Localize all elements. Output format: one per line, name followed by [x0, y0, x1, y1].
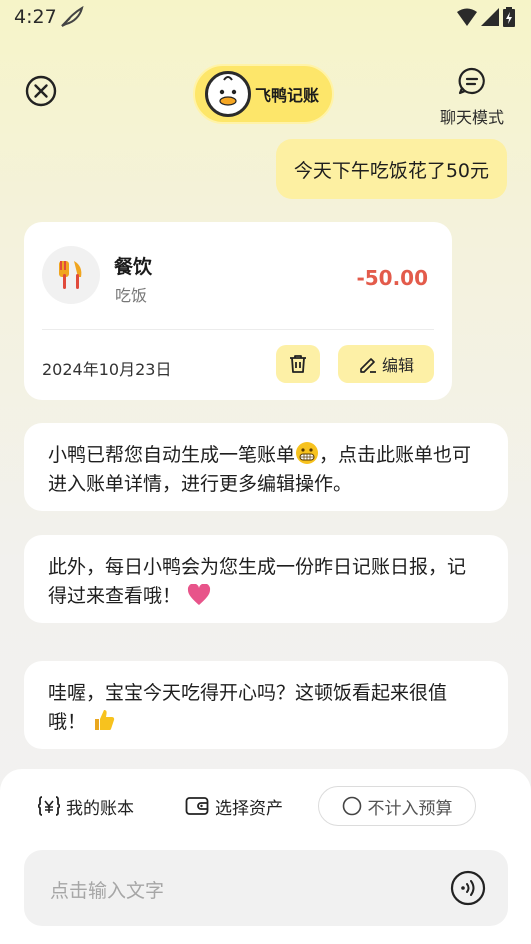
heart-icon — [187, 583, 211, 608]
app-logo: 飞鸭记账 — [193, 64, 334, 124]
edit-button[interactable]: 编辑 — [338, 345, 434, 383]
user-message-text: 今天下午吃饭花了50元 — [293, 159, 489, 182]
status-bar: 4:27 — [0, 0, 531, 36]
voice-button[interactable] — [450, 870, 486, 906]
grinning-face-icon — [295, 441, 319, 465]
my-ledger-label: 我的账本 — [66, 798, 134, 819]
ledger-icon — [38, 796, 60, 816]
trash-icon — [290, 355, 306, 373]
delete-button[interactable] — [276, 345, 320, 383]
wallet-icon — [185, 797, 209, 815]
system-icons — [457, 7, 515, 31]
thumbs-up-icon — [92, 708, 116, 732]
bill-category: 餐饮 — [114, 256, 153, 278]
radio-unchecked-icon — [342, 796, 361, 816]
assistant-message-1-text-a: 小鸭已帮您自动生成一笔账单 — [48, 444, 296, 466]
logo-text: 飞鸭记账 — [255, 86, 320, 105]
chat-bubble-icon — [458, 67, 485, 95]
category-icon — [42, 246, 100, 304]
close-button[interactable] — [24, 74, 58, 108]
assistant-message-3[interactable]: 哇喔，宝宝今天吃得开心吗？这顿饭看起来很值哦！ — [24, 661, 508, 749]
signal-icon — [481, 8, 499, 30]
duck-logo-icon — [205, 71, 251, 117]
assistant-message-2-text: 此外，每日小鸭会为您生成一份昨日记账日报，记得过来查看哦！ — [48, 556, 467, 607]
wifi-icon — [457, 8, 477, 30]
fork-knife-icon — [59, 261, 82, 289]
bill-note: 吃饭 — [115, 286, 148, 305]
input-placeholder: 点击输入文字 — [50, 880, 165, 902]
exclude-budget-toggle[interactable]: 不计入预算 — [318, 786, 476, 826]
pencil-icon — [360, 358, 376, 373]
battery-icon — [503, 7, 515, 31]
bill-amount: -50.00 — [356, 266, 428, 290]
close-icon — [25, 75, 57, 107]
status-time: 4:27 — [14, 6, 57, 28]
exclude-budget-label: 不计入预算 — [367, 798, 453, 819]
user-message-bubble: 今天下午吃饭花了50元 — [275, 139, 507, 199]
select-asset-label: 选择资产 — [215, 798, 283, 819]
edit-label: 编辑 — [381, 356, 414, 375]
assistant-message-2[interactable]: 此外，每日小鸭会为您生成一份昨日记账日报，记得过来查看哦！ — [24, 535, 508, 623]
header: 飞鸭记账 聊天模式 — [0, 60, 531, 130]
voice-icon — [450, 870, 486, 906]
card-divider — [42, 329, 434, 330]
bill-date: 2024年10月23日 — [42, 360, 172, 379]
message-input[interactable]: 点击输入文字 — [24, 850, 508, 926]
feather-icon — [60, 5, 84, 32]
chat-mode-button[interactable]: 聊天模式 — [435, 66, 509, 128]
bill-card[interactable]: 餐饮 吃饭 -50.00 2024年10月23日 编辑 — [24, 222, 452, 400]
select-asset-button[interactable]: 选择资产 — [185, 786, 283, 826]
bottom-panel: 我的账本 选择资产 不计入预算 点击输入文字 — [0, 769, 531, 944]
assistant-message-1[interactable]: 小鸭已帮您自动生成一笔账单 ，点击此账单也可进入账单详情，进行更多编辑操作。 — [24, 423, 508, 511]
chat-mode-label: 聊天模式 — [439, 108, 504, 127]
my-ledger-button[interactable]: 我的账本 — [38, 786, 134, 826]
